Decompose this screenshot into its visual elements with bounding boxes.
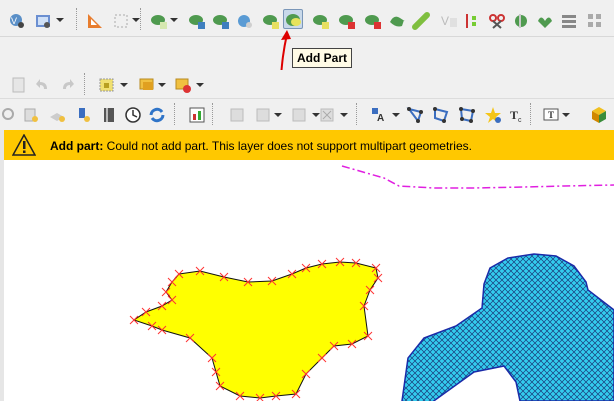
undo-icon[interactable] bbox=[32, 74, 52, 94]
star-icon[interactable] bbox=[482, 104, 502, 124]
chevron-down-icon[interactable] bbox=[170, 18, 178, 22]
rotate-icon[interactable] bbox=[510, 10, 530, 30]
merge-attributes-icon[interactable] bbox=[558, 10, 578, 30]
map-canvas[interactable] bbox=[4, 160, 614, 401]
svg-text:T: T bbox=[510, 108, 518, 122]
annotation-icon[interactable]: T bbox=[540, 104, 560, 124]
warning-icon bbox=[12, 134, 36, 156]
chevron-down-icon[interactable] bbox=[392, 113, 400, 117]
clock-icon[interactable] bbox=[122, 104, 142, 124]
new-layer-2-icon[interactable] bbox=[20, 104, 40, 124]
settings-table-icon[interactable] bbox=[32, 10, 52, 30]
deselect-icon[interactable] bbox=[136, 74, 156, 94]
simplify-icon[interactable] bbox=[386, 10, 406, 30]
add-part-tooltip: Add Part bbox=[292, 48, 353, 68]
select-features-icon[interactable] bbox=[96, 74, 116, 94]
message-title: Add part: bbox=[50, 139, 104, 153]
yellow-polygon[interactable] bbox=[132, 261, 379, 399]
fill-ring-icon[interactable] bbox=[310, 10, 330, 30]
new-layer-icon[interactable] bbox=[8, 74, 28, 94]
svg-text:T: T bbox=[548, 110, 554, 120]
toolbar-separator bbox=[356, 103, 360, 125]
rotate-2-icon[interactable] bbox=[534, 10, 554, 30]
chevron-down-icon[interactable] bbox=[196, 83, 204, 87]
add-part-icon[interactable] bbox=[283, 9, 303, 29]
3d-box-icon[interactable] bbox=[588, 104, 608, 124]
message-text: Add part: Could not add part. This layer… bbox=[50, 139, 472, 153]
add-layer-icon[interactable] bbox=[46, 104, 66, 124]
svg-text:c: c bbox=[518, 117, 522, 124]
pin-icon[interactable] bbox=[72, 104, 92, 124]
toolbar-separator bbox=[530, 103, 534, 125]
select-rect-icon[interactable] bbox=[110, 10, 130, 30]
hatched-polygon[interactable] bbox=[401, 253, 614, 401]
split-feature-icon[interactable]: V bbox=[438, 10, 458, 30]
diagram-icon[interactable] bbox=[252, 104, 272, 124]
label-style-icon[interactable] bbox=[288, 104, 308, 124]
svg-text:V: V bbox=[441, 14, 449, 28]
svg-text:V: V bbox=[11, 16, 17, 26]
bookmark-icon[interactable] bbox=[98, 104, 118, 124]
node-tool-icon[interactable]: A bbox=[368, 104, 388, 124]
grid-icon[interactable] bbox=[584, 10, 604, 30]
toolbar-separator bbox=[84, 73, 88, 95]
toolbar-separator bbox=[174, 103, 178, 125]
offset-curve-icon[interactable] bbox=[410, 10, 430, 30]
layers-toolbar: A Tc T bbox=[0, 99, 614, 129]
line-feature[interactable] bbox=[341, 165, 614, 189]
map-tips-icon[interactable] bbox=[186, 104, 206, 124]
toolbar-separator bbox=[76, 8, 80, 30]
map-layers bbox=[129, 165, 614, 401]
message-bar: Add part: Could not add part. This layer… bbox=[4, 130, 614, 160]
add-ring-icon[interactable] bbox=[148, 10, 168, 30]
close-layer-icon[interactable] bbox=[316, 104, 336, 124]
delete-ring-icon[interactable] bbox=[336, 10, 356, 30]
merge-icon[interactable] bbox=[486, 10, 506, 30]
reshape-icon[interactable] bbox=[186, 10, 206, 30]
text-tool-icon[interactable]: Tc bbox=[506, 104, 526, 124]
edit-toolbar bbox=[0, 70, 614, 99]
chevron-down-icon[interactable] bbox=[274, 113, 282, 117]
toolbar-separator bbox=[140, 8, 144, 30]
chevron-down-icon[interactable] bbox=[120, 83, 128, 87]
chevron-down-icon[interactable] bbox=[56, 18, 64, 22]
delete-selected-icon[interactable] bbox=[172, 74, 192, 94]
vertex-3-icon[interactable] bbox=[456, 104, 476, 124]
split-parts-icon[interactable] bbox=[460, 10, 480, 30]
move-node-icon[interactable] bbox=[210, 10, 230, 30]
svg-text:A: A bbox=[377, 113, 384, 124]
digitize-mode-icon[interactable]: V bbox=[6, 10, 26, 30]
chevron-down-icon[interactable] bbox=[158, 83, 166, 87]
measure-angle-icon[interactable] bbox=[84, 10, 104, 30]
chevron-down-icon[interactable] bbox=[132, 18, 140, 22]
vertex-2-icon[interactable] bbox=[430, 104, 450, 124]
digitizing-toolbar: V V bbox=[0, 0, 614, 37]
pan-icon[interactable] bbox=[0, 104, 18, 124]
refresh-icon[interactable] bbox=[146, 104, 166, 124]
add-ring-2-icon[interactable] bbox=[260, 10, 280, 30]
delete-node-icon[interactable] bbox=[234, 10, 254, 30]
delete-part-icon[interactable] bbox=[362, 10, 382, 30]
label-tool-icon[interactable] bbox=[226, 104, 246, 124]
vertex-icon[interactable] bbox=[404, 104, 424, 124]
toolbar-separator bbox=[212, 103, 216, 125]
chevron-down-icon[interactable] bbox=[340, 113, 348, 117]
chevron-down-icon[interactable] bbox=[562, 113, 570, 117]
redo-icon[interactable] bbox=[56, 74, 76, 94]
message-body: Could not add part. This layer does not … bbox=[106, 139, 472, 153]
